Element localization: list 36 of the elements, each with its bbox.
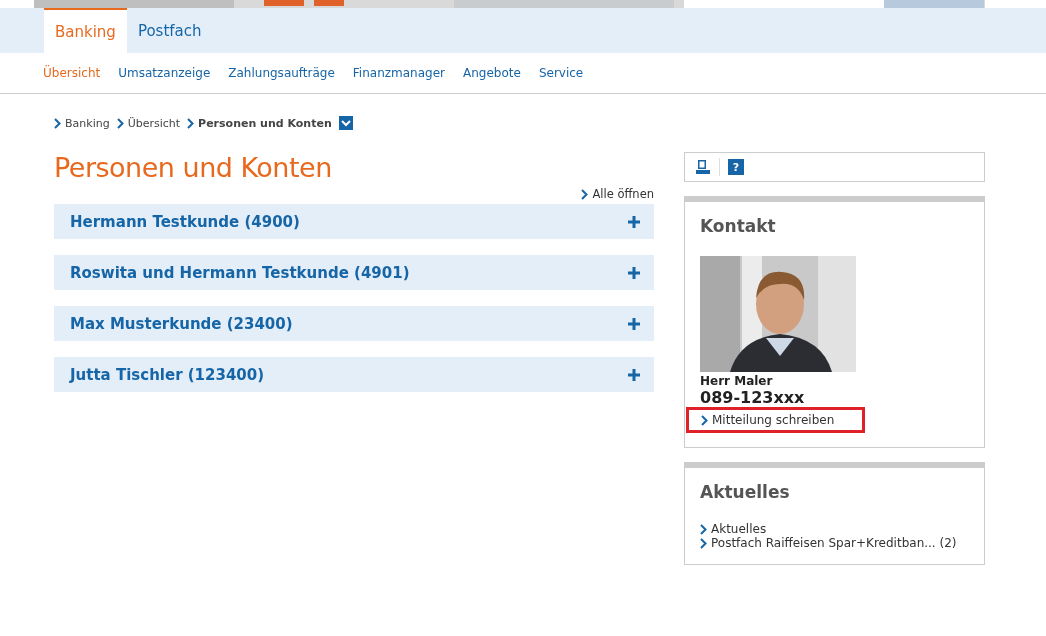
subnav-link[interactable]: Finanzmanager (352, 66, 445, 80)
subnav-link[interactable]: Umsatzanzeige (118, 66, 211, 80)
news-link[interactable]: Aktuelles (700, 522, 969, 536)
subnav-link[interactable]: Übersicht (43, 66, 101, 80)
page-title: Personen und Konten (54, 152, 333, 183)
chevron-icon (700, 537, 707, 549)
open-all-link[interactable]: Alle öffnen (592, 187, 654, 201)
chevron-icon (700, 523, 707, 535)
news-link[interactable]: Postfach Raiffeisen Spar+Kreditban... (2) (700, 536, 969, 550)
chevron-icon (54, 117, 61, 129)
breadcrumb-link[interactable]: Banking (65, 116, 110, 130)
card-title: Kontakt (700, 216, 777, 236)
message-link[interactable]: Mitteilung schreiben (686, 407, 866, 433)
accordion-header[interactable]: Jutta Tischler (123400) (54, 357, 654, 392)
subnav-link[interactable]: Service (538, 66, 584, 80)
subnav-link[interactable]: Zahlungsaufträge (228, 66, 335, 80)
plus-icon (628, 215, 640, 228)
nav-tab[interactable]: Banking (44, 8, 127, 53)
contact-phone: 089-123xxx (700, 388, 806, 407)
contact-name: Herr Maler (700, 374, 774, 388)
nav-tab[interactable]: Postfach (126, 8, 213, 53)
breadcrumb-link[interactable]: Übersicht (127, 116, 181, 130)
card-title: Aktuelles (700, 482, 791, 502)
chevron-icon (116, 117, 124, 129)
plus-icon (628, 317, 640, 330)
plus-icon (628, 266, 640, 279)
accordion-header[interactable]: Roswita und Hermann Testkunde (4901) (54, 255, 654, 290)
plus-icon (628, 368, 640, 381)
chevron-icon (581, 188, 589, 200)
accordion-header[interactable]: Max Musterkunde (23400) (54, 306, 654, 341)
chevron-icon (187, 117, 195, 129)
help-button[interactable]: ? (728, 159, 744, 175)
accordion-header[interactable]: Hermann Testkunde (4900) (54, 204, 654, 239)
chevron-icon (701, 414, 708, 426)
subnav-link[interactable]: Angebote (463, 66, 521, 80)
print-icon[interactable] (695, 159, 711, 175)
